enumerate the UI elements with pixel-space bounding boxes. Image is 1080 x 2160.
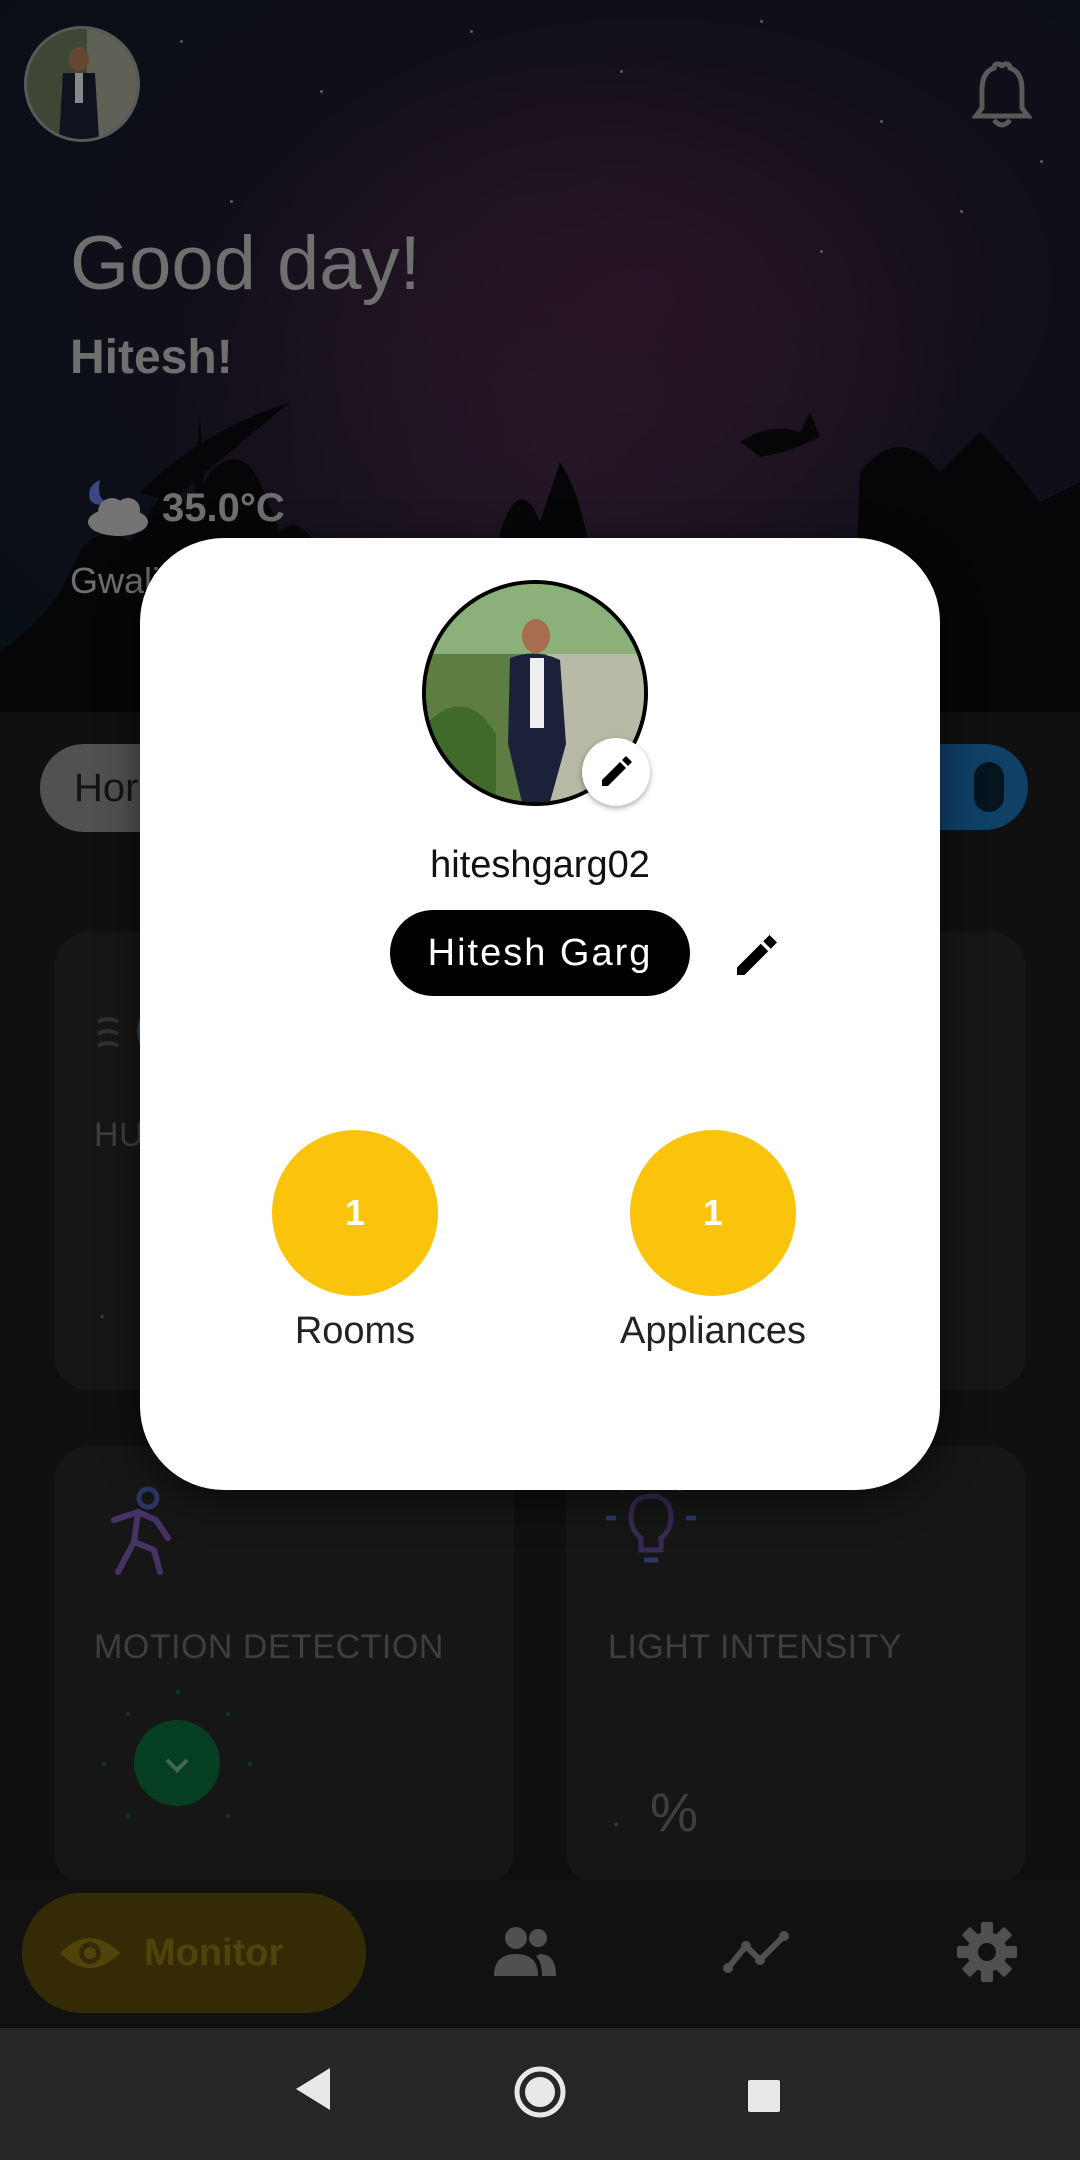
home-icon[interactable] <box>512 2064 568 2120</box>
appliances-label: Appliances <box>620 1310 806 1352</box>
rooms-label: Rooms <box>294 1310 416 1352</box>
rooms-count-badge[interactable]: 1 <box>272 1130 438 1296</box>
username-text: hiteshgarg02 <box>430 844 650 886</box>
appliances-count-badge[interactable]: 1 <box>630 1130 796 1296</box>
edit-photo-button[interactable] <box>582 738 650 806</box>
edit-name-pencil-icon[interactable] <box>732 930 782 980</box>
display-name-chip: Hitesh Garg <box>390 910 690 996</box>
profile-dialog: hiteshgarg02 Hitesh Garg 1 Rooms 1 Appli… <box>140 538 940 1490</box>
back-icon[interactable] <box>290 2064 334 2114</box>
recents-icon[interactable] <box>746 2078 782 2114</box>
pencil-icon <box>602 756 632 786</box>
